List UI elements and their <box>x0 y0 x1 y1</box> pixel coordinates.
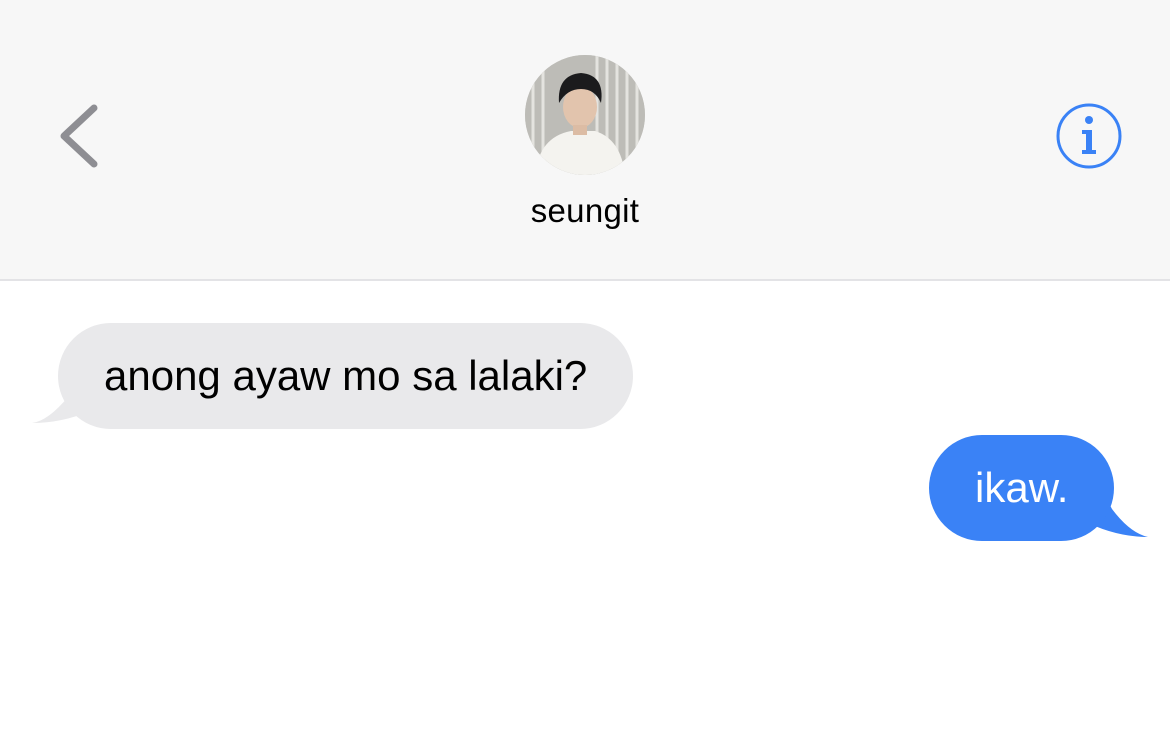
info-button[interactable] <box>1055 102 1123 170</box>
back-button[interactable] <box>48 96 118 176</box>
info-circle-icon <box>1056 103 1122 169</box>
chevron-left-icon <box>60 104 98 168</box>
contact-name[interactable]: seungit <box>0 192 1170 230</box>
message-bubble-sent[interactable]: ikaw. <box>929 435 1115 541</box>
message-thread: anong ayaw mo sa lalaki? ikaw. <box>0 281 1170 740</box>
conversation-header: seungit <box>0 0 1170 281</box>
message-text: ikaw. <box>975 464 1069 511</box>
contact-photo <box>525 55 645 175</box>
message-text: anong ayaw mo sa lalaki? <box>104 352 588 399</box>
avatar[interactable] <box>525 55 645 175</box>
message-bubble-received[interactable]: anong ayaw mo sa lalaki? <box>58 323 634 429</box>
